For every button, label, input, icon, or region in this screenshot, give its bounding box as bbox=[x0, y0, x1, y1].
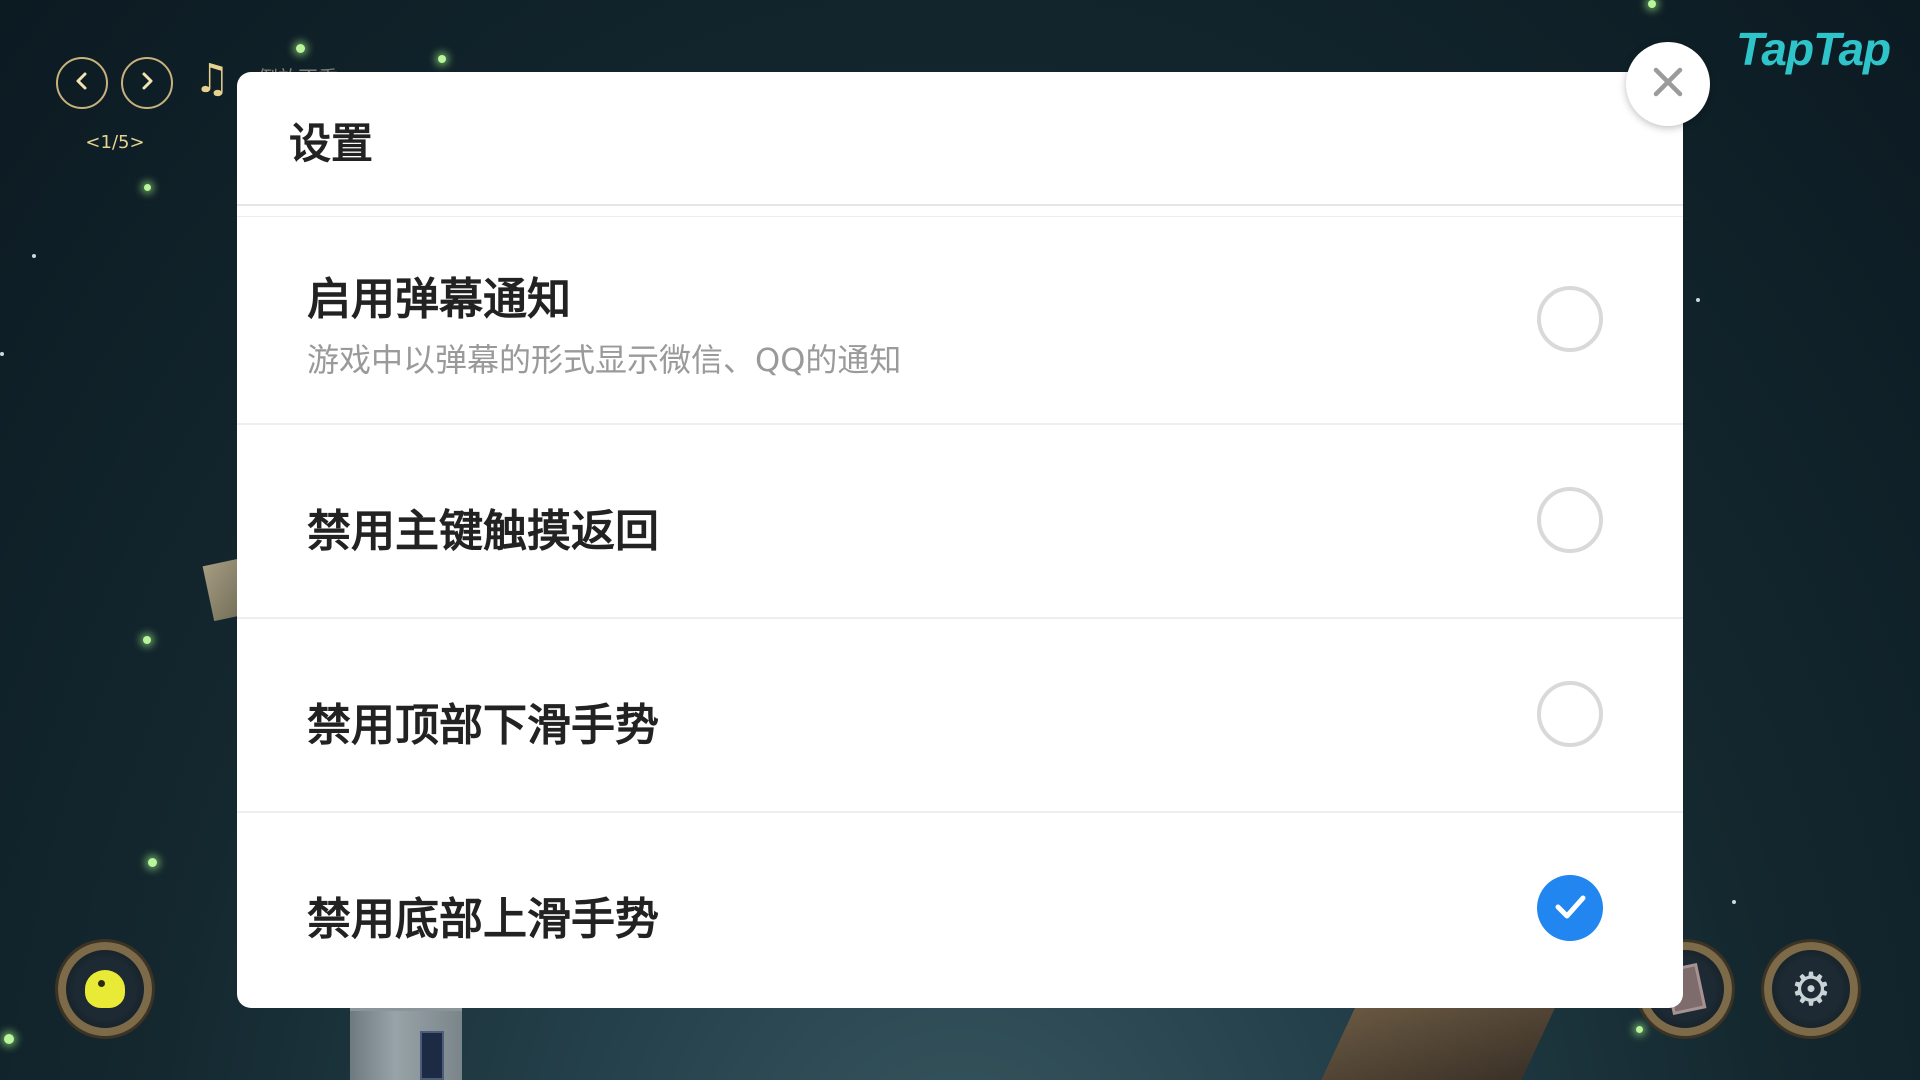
settings-button[interactable]: ⚙ bbox=[1764, 942, 1858, 1036]
character-icon bbox=[85, 970, 125, 1008]
firefly bbox=[148, 858, 157, 867]
setting-row-disable-bottom-swipe[interactable]: 禁用底部上滑手势 bbox=[237, 813, 1683, 1005]
checkmark-icon bbox=[1550, 886, 1590, 930]
firefly bbox=[144, 184, 151, 191]
setting-row-disable-home-touch-back[interactable]: 禁用主键触摸返回 bbox=[237, 425, 1683, 619]
tower-window bbox=[420, 1031, 444, 1080]
firefly bbox=[1636, 1026, 1643, 1033]
setting-description: 游戏中以弹幕的形式显示微信、QQ的通知 bbox=[307, 341, 902, 379]
music-note-icon: ♫ bbox=[194, 56, 230, 102]
setting-label: 禁用主键触摸返回 bbox=[307, 506, 659, 557]
close-icon bbox=[1650, 64, 1686, 104]
firefly bbox=[296, 44, 305, 53]
radio-disable-home-touch-back[interactable] bbox=[1537, 487, 1603, 553]
chevron-left-icon bbox=[72, 68, 92, 98]
setting-row-disable-top-swipe[interactable]: 禁用顶部下滑手势 bbox=[237, 619, 1683, 813]
firefly bbox=[1648, 0, 1656, 8]
divider bbox=[237, 206, 1683, 217]
firefly bbox=[1696, 298, 1700, 302]
taptap-logo: TapTap bbox=[1736, 23, 1891, 75]
previous-track-button[interactable] bbox=[56, 57, 108, 109]
chevron-right-icon bbox=[137, 68, 157, 98]
setting-label: 禁用顶部下滑手势 bbox=[307, 700, 659, 751]
firefly bbox=[4, 1034, 14, 1044]
gear-icon: ⚙ bbox=[1790, 962, 1832, 1016]
setting-label: 启用弹幕通知 bbox=[307, 274, 571, 325]
dialog-header: 设置 bbox=[237, 72, 1683, 206]
firefly bbox=[32, 254, 36, 258]
dialog-title: 设置 bbox=[289, 119, 374, 168]
ruins bbox=[1321, 1000, 1559, 1080]
firefly bbox=[1732, 900, 1736, 904]
page-indicator: <1/5> bbox=[85, 132, 145, 153]
radio-disable-top-swipe[interactable] bbox=[1537, 681, 1603, 747]
radio-disable-bottom-swipe[interactable] bbox=[1537, 875, 1603, 941]
next-track-button[interactable] bbox=[121, 57, 173, 109]
stone-tower bbox=[350, 1005, 462, 1080]
firefly bbox=[438, 55, 446, 63]
firefly bbox=[143, 636, 151, 644]
character-button[interactable] bbox=[58, 942, 152, 1036]
setting-row-danmaku-notification[interactable]: 启用弹幕通知 游戏中以弹幕的形式显示微信、QQ的通知 bbox=[237, 217, 1683, 425]
radio-danmaku-notification[interactable] bbox=[1537, 286, 1603, 352]
settings-dialog: 设置 启用弹幕通知 游戏中以弹幕的形式显示微信、QQ的通知 禁用主键触摸返回 禁… bbox=[237, 72, 1683, 1008]
firefly bbox=[0, 352, 4, 356]
setting-label: 禁用底部上滑手势 bbox=[307, 894, 659, 945]
close-button[interactable] bbox=[1626, 42, 1710, 126]
